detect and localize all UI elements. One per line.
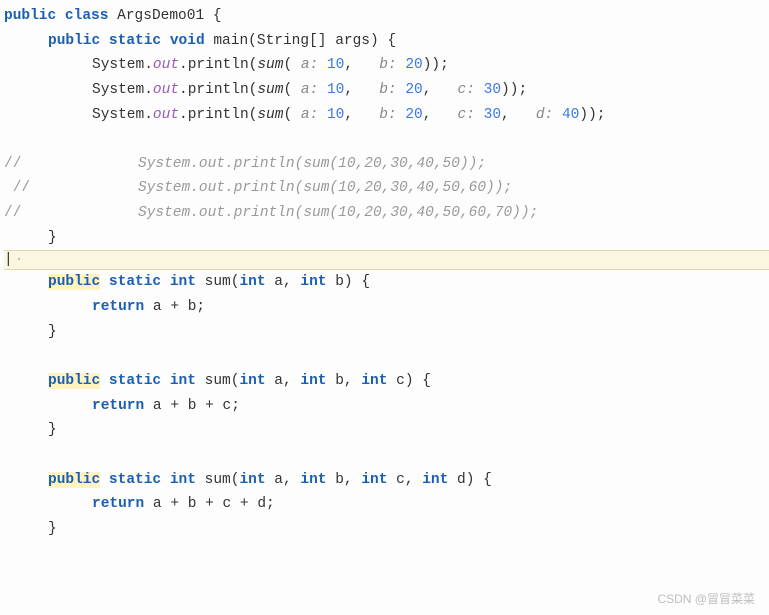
- blank-line: [4, 443, 769, 468]
- return-4args: return a + b + c + d;: [4, 492, 769, 517]
- commented-line-2: //System.out.println(sum(10,20,30,40,50,…: [4, 176, 769, 201]
- class-declaration: public class ArgsDemo01 {: [4, 4, 769, 29]
- close-brace-m2: }: [4, 418, 769, 443]
- main-close-brace: }: [4, 226, 769, 251]
- return-2args: return a + b;: [4, 295, 769, 320]
- println-call-1: System.out.println(sum( a: 10, b: 20));: [4, 53, 769, 78]
- close-brace-m3: }: [4, 517, 769, 542]
- commented-line-3: //System.out.println(sum(10,20,30,40,50,…: [4, 201, 769, 226]
- commented-line-1: //System.out.println(sum(10,20,30,40,50)…: [4, 152, 769, 177]
- method-sum-4args: public static int sum(int a, int b, int …: [4, 468, 769, 493]
- println-call-2: System.out.println(sum( a: 10, b: 20, c:…: [4, 78, 769, 103]
- main-method-declaration: public static void main(String[] args) {: [4, 29, 769, 54]
- method-sum-2args: public static int sum(int a, int b) {: [4, 270, 769, 295]
- println-call-3: System.out.println(sum( a: 10, b: 20, c:…: [4, 103, 769, 128]
- method-sum-3args: public static int sum(int a, int b, int …: [4, 369, 769, 394]
- watermark: CSDN @冒冒菜菜: [657, 589, 755, 609]
- close-brace-m1: }: [4, 320, 769, 345]
- caret-line: | ·: [4, 250, 769, 270]
- return-3args: return a + b + c;: [4, 394, 769, 419]
- blank-line: [4, 344, 769, 369]
- blank-line: [4, 127, 769, 152]
- code-block: public class ArgsDemo01 { public static …: [4, 4, 769, 541]
